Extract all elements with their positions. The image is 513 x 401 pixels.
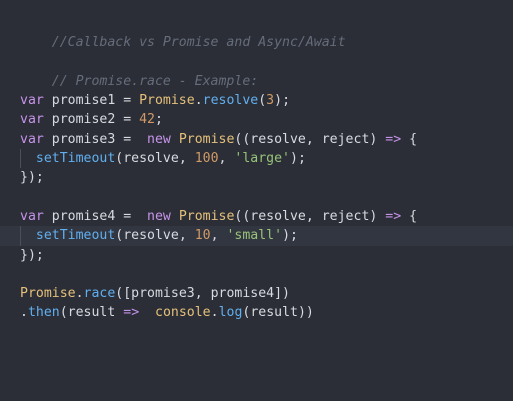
arrow-operator: => — [385, 208, 402, 224]
punctuation: ; — [155, 112, 163, 128]
identifier: promise2 = — [43, 112, 140, 128]
arguments: (resolve, — [115, 228, 195, 244]
method-name: race — [83, 286, 116, 302]
code-line-7: var promise3 = new Promise((resolve, rej… — [0, 130, 513, 149]
arguments: ((resolve, reject) — [234, 208, 386, 224]
punctuation: . — [194, 93, 203, 109]
arrow-operator: => — [385, 131, 402, 147]
code-editor[interactable]: //Callback vs Promise and Async/Await //… — [0, 0, 513, 401]
punctuation: }); — [20, 247, 44, 263]
punctuation: , — [210, 228, 227, 244]
object-name: console — [155, 305, 211, 321]
punctuation: { — [401, 208, 418, 224]
code-line-12-current: setTimeout(resolve, 10, 'small'); — [0, 226, 513, 246]
number-literal: 100 — [194, 151, 219, 167]
punctuation: { — [401, 131, 418, 147]
code-line-13: }); — [0, 246, 513, 265]
keyword-var: var — [20, 131, 44, 147]
punctuation: ( — [258, 93, 267, 109]
number-literal: 10 — [194, 228, 211, 244]
class-name: Promise — [178, 131, 235, 147]
method-name: log — [218, 305, 243, 321]
method-name: then — [27, 305, 60, 321]
punctuation: }); — [20, 170, 44, 186]
arguments: ([promise3, promise4]) — [115, 286, 290, 302]
class-name: Promise — [20, 286, 76, 302]
arguments: (result — [59, 305, 124, 321]
identifier: promise4 = — [43, 208, 148, 224]
punctuation: ); — [282, 228, 298, 244]
code-line-9: }); — [0, 168, 513, 187]
function-name: setTimeout — [35, 228, 116, 244]
number-literal: 42 — [139, 112, 155, 128]
code-line-6: var promise2 = 42; — [0, 110, 513, 129]
punctuation: ); — [274, 93, 291, 109]
punctuation: . — [20, 305, 28, 321]
keyword-var: var — [20, 112, 44, 128]
punctuation: . — [210, 305, 219, 321]
keyword-var: var — [20, 93, 44, 109]
code-line-5: var promise1 = Promise.resolve(3); — [0, 91, 513, 110]
code-line-15: Promise.race([promise3, promise4]) — [0, 284, 513, 303]
punctuation: ); — [290, 151, 306, 167]
code-line-8: setTimeout(resolve, 100, 'large'); — [0, 149, 513, 169]
punctuation: , — [218, 151, 235, 167]
code-line-3: // Promise.race - Example: — [0, 53, 513, 89]
arguments: (resolve, — [115, 151, 195, 167]
string-literal: 'large' — [234, 151, 290, 167]
keyword-new: new — [147, 131, 171, 147]
keyword-new: new — [147, 208, 171, 224]
code-line-1: //Callback vs Promise and Async/Await — [0, 14, 513, 50]
string-literal: 'small' — [226, 228, 283, 244]
code-line-11: var promise4 = new Promise((resolve, rej… — [0, 207, 513, 226]
identifier: promise3 = — [43, 131, 148, 147]
code-line-16: .then(result => console.log(result)) — [0, 303, 513, 322]
number-literal: 3 — [266, 93, 275, 109]
class-name: Promise — [139, 93, 195, 109]
punctuation: (result)) — [242, 305, 314, 321]
class-name: Promise — [178, 208, 235, 224]
punctuation: . — [75, 286, 84, 302]
function-name: setTimeout — [35, 151, 116, 167]
keyword-var: var — [20, 208, 44, 224]
identifier: promise1 = — [43, 93, 140, 109]
arrow-operator: => — [123, 305, 140, 321]
indent-guide — [20, 226, 21, 246]
indent-guide — [20, 149, 21, 169]
arguments: ((resolve, reject) — [234, 131, 386, 147]
method-name: resolve — [202, 93, 259, 109]
